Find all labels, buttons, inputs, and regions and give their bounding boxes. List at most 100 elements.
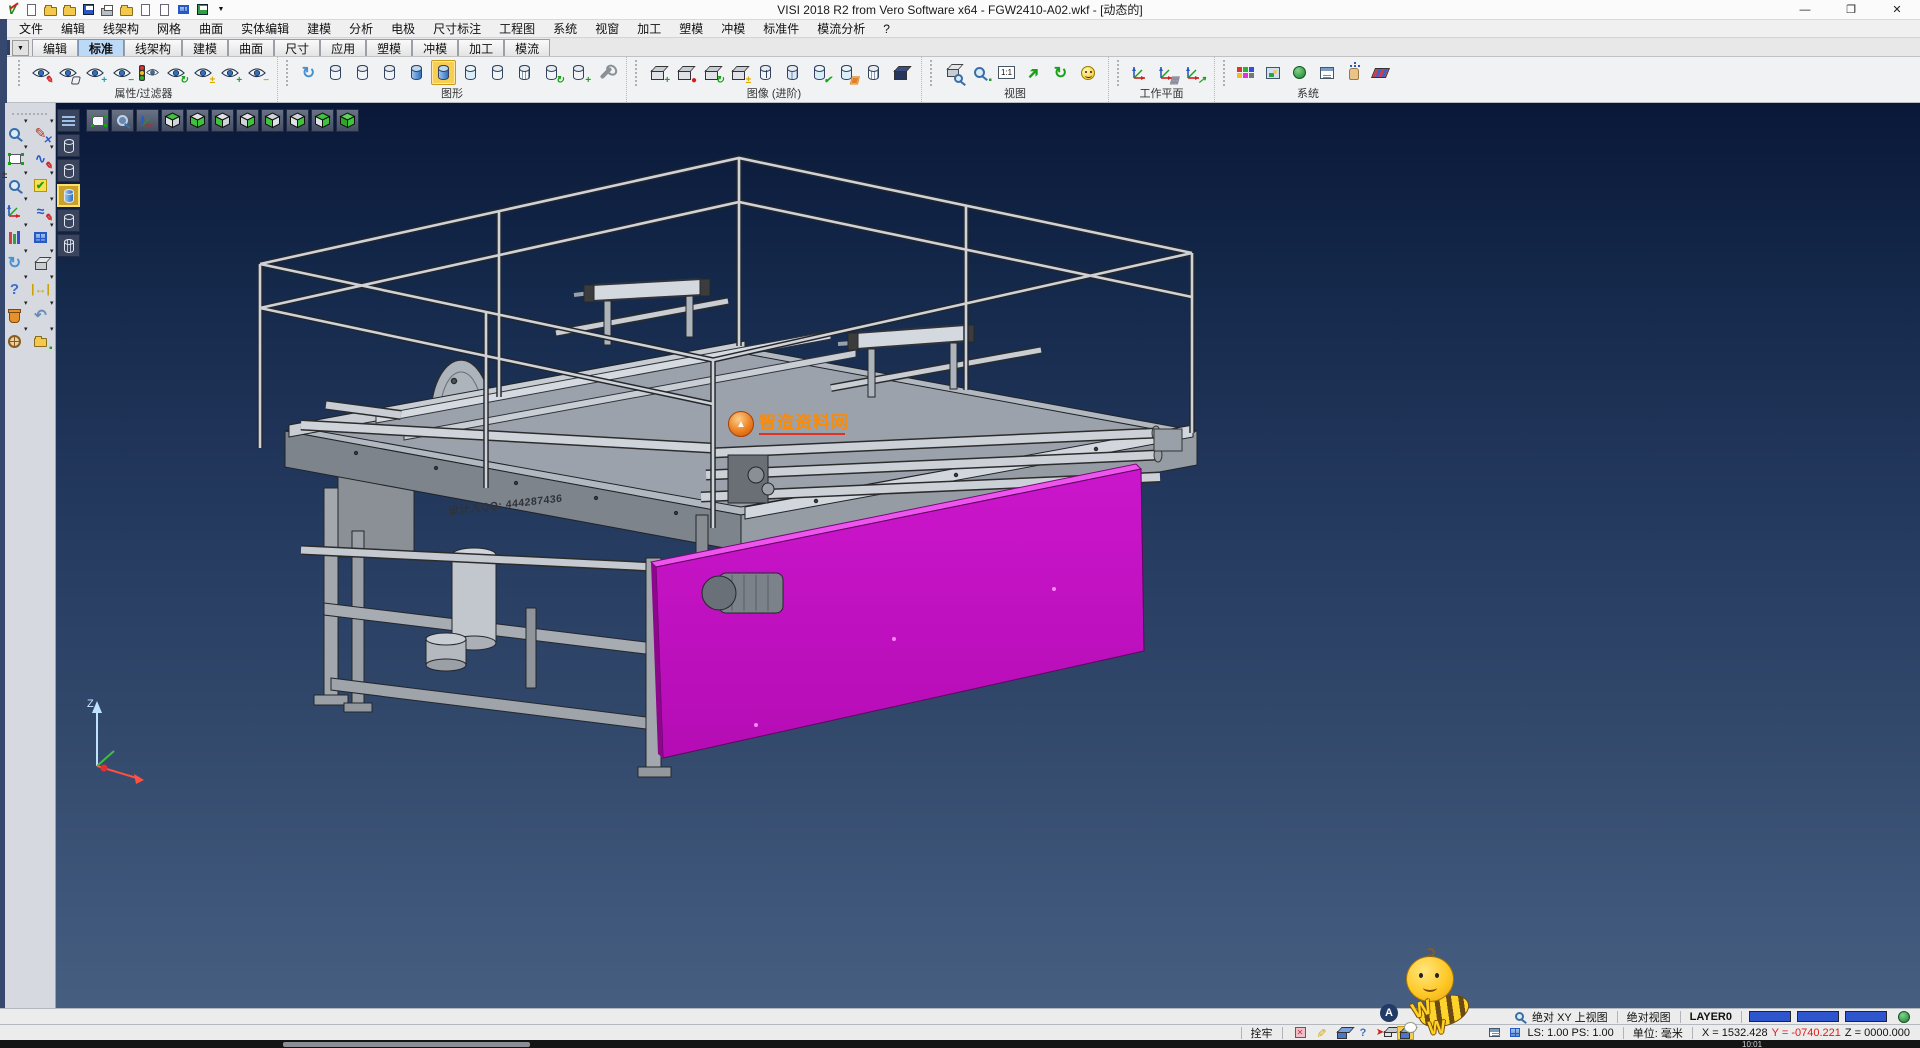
regen-icon[interactable]: ↻	[296, 60, 321, 85]
tab-edit[interactable]: 编辑	[32, 39, 78, 56]
copy-icon[interactable]	[156, 2, 172, 17]
menu-wireframe[interactable]: 线架构	[94, 20, 148, 37]
units-field[interactable]: 单位: 毫米	[1631, 1025, 1685, 1041]
traffic-light-filter-icon[interactable]	[136, 60, 161, 85]
window-options-icon[interactable]	[1314, 60, 1339, 85]
shaded-edges-mode-icon[interactable]	[57, 209, 80, 232]
menu-machining[interactable]: 加工	[628, 20, 670, 37]
zoom-search-icon[interactable]	[3, 121, 27, 145]
tab-surface[interactable]: 曲面	[228, 39, 274, 56]
show-remove-icon[interactable]: −	[109, 60, 134, 85]
axis-triad-icon[interactable]	[3, 199, 27, 223]
shade-refresh-icon[interactable]: ↻	[539, 60, 564, 85]
query-icon[interactable]: ?	[1355, 1026, 1372, 1040]
solid-refresh-icon[interactable]: ↻	[699, 60, 724, 85]
toolbar-drag-handle[interactable]	[18, 60, 22, 86]
menu-progress[interactable]: 冲模	[712, 20, 754, 37]
zoom-one-to-one-icon[interactable]: 1:1	[994, 60, 1019, 85]
view-menu-icon[interactable]	[57, 109, 80, 132]
menu-edit[interactable]: 编辑	[52, 20, 94, 37]
tab-wireframe[interactable]: 线架构	[124, 39, 182, 56]
menu-modeling[interactable]: 建模	[298, 20, 340, 37]
measure-distance-icon[interactable]: |↔|	[29, 277, 53, 301]
page-visibility-icon[interactable]: ▢	[55, 60, 80, 85]
layer-field[interactable]: LAYER0	[1688, 1011, 1734, 1023]
toolbar-drag-handle[interactable]	[930, 60, 934, 86]
render-settings-icon[interactable]	[593, 60, 618, 85]
color-swatch-1[interactable]	[1749, 1011, 1791, 1022]
view-left-icon[interactable]	[211, 109, 234, 132]
view-isometric-icon[interactable]	[336, 109, 359, 132]
wireframe-cylinder-icon[interactable]	[323, 60, 348, 85]
view-absolute-field[interactable]: 绝对视图	[1625, 1009, 1673, 1025]
menu-dimension[interactable]: 尺寸标注	[424, 20, 490, 37]
color-palette-icon[interactable]	[1233, 60, 1258, 85]
tab-standard[interactable]: 标准	[78, 39, 124, 56]
viewport-3d[interactable]: Z	[56, 103, 1920, 1008]
toolbar-drag-handle[interactable]	[1223, 60, 1227, 86]
view-smiley-icon[interactable]	[1075, 60, 1100, 85]
close-button[interactable]: ✕	[1874, 0, 1920, 19]
view-refresh-icon[interactable]: ↻	[1048, 60, 1073, 85]
help-question-icon[interactable]: ?	[3, 277, 27, 301]
tab-application[interactable]: 应用	[320, 39, 366, 56]
grid-snap-icon[interactable]	[1507, 1026, 1524, 1040]
tab-dropdown-icon[interactable]: ▼	[12, 40, 29, 56]
undo-icon[interactable]: ↶	[29, 303, 53, 327]
save-file-icon[interactable]	[80, 2, 96, 17]
solid-filter-icon[interactable]: ●	[672, 60, 697, 85]
menu-help[interactable]: ?	[874, 22, 899, 36]
menu-surface[interactable]: 曲面	[190, 20, 232, 37]
view-reference-field[interactable]: 绝对 XY 上视图	[1530, 1009, 1610, 1025]
shaded-edges-cylinder-icon[interactable]	[431, 60, 456, 85]
wire-mode-icon[interactable]	[57, 234, 80, 257]
wireframe-solid-icon[interactable]	[861, 60, 886, 85]
view-back-icon[interactable]	[286, 109, 309, 132]
new-file-icon[interactable]	[23, 2, 39, 17]
hide-minus-icon[interactable]: −	[244, 60, 269, 85]
zoom-multi-icon[interactable]: ▪	[967, 60, 992, 85]
view-front-icon[interactable]	[261, 109, 284, 132]
menu-drawing[interactable]: 工程图	[490, 20, 544, 37]
workplane-grid-icon[interactable]: ▦	[1154, 60, 1179, 85]
print-icon[interactable]	[99, 2, 115, 17]
material-grid-icon[interactable]	[1368, 60, 1393, 85]
tab-mould[interactable]: 塑模	[366, 39, 412, 56]
menu-electrode[interactable]: 电极	[382, 20, 424, 37]
zoom-window-icon[interactable]	[111, 109, 134, 132]
shade-add-icon[interactable]: +	[566, 60, 591, 85]
wand-icon[interactable]: ✎	[1313, 1026, 1330, 1040]
system-settings-icon[interactable]	[1287, 60, 1312, 85]
maximize-button[interactable]: ❐	[1828, 0, 1874, 19]
panel-drag-handle[interactable]	[12, 113, 47, 115]
menu-analysis[interactable]: 分析	[340, 20, 382, 37]
view-top-icon[interactable]	[161, 109, 184, 132]
taskbar-button[interactable]	[283, 1042, 530, 1047]
layer-books-icon[interactable]	[3, 225, 27, 249]
save-as-icon[interactable]	[194, 2, 210, 17]
toggle-visibility-icon[interactable]: ±	[190, 60, 215, 85]
color-swatch-3[interactable]	[1845, 1011, 1887, 1022]
tab-modeling[interactable]: 建模	[182, 39, 228, 56]
copy-cylinder-icon[interactable]: ▣	[834, 60, 859, 85]
show-plus-icon[interactable]: +	[217, 60, 242, 85]
menu-system[interactable]: 系统	[544, 20, 586, 37]
open-recent-icon[interactable]	[61, 2, 77, 17]
sketch-delete-icon[interactable]: ✎✕	[29, 121, 53, 145]
tab-machining[interactable]: 加工	[458, 39, 504, 56]
toolbar-drag-handle[interactable]	[635, 60, 639, 86]
fit-view-icon[interactable]	[86, 109, 109, 132]
view-axis-icon[interactable]	[136, 109, 159, 132]
window-snap-icon[interactable]	[1486, 1026, 1503, 1040]
open-file-icon[interactable]	[42, 2, 58, 17]
solid-toggle-icon[interactable]: ±	[726, 60, 751, 85]
view-right-icon[interactable]	[236, 109, 259, 132]
menu-mesh[interactable]: 网格	[148, 20, 190, 37]
workplane-axis-icon[interactable]	[1127, 60, 1152, 85]
solid-cube-icon[interactable]	[29, 251, 53, 275]
solid-box-icon[interactable]	[1334, 1026, 1351, 1040]
zoom-solid-icon[interactable]	[940, 60, 965, 85]
view-bottom-icon[interactable]	[186, 109, 209, 132]
export-icon[interactable]	[137, 2, 153, 17]
hidden-line-cylinder-icon[interactable]	[350, 60, 375, 85]
